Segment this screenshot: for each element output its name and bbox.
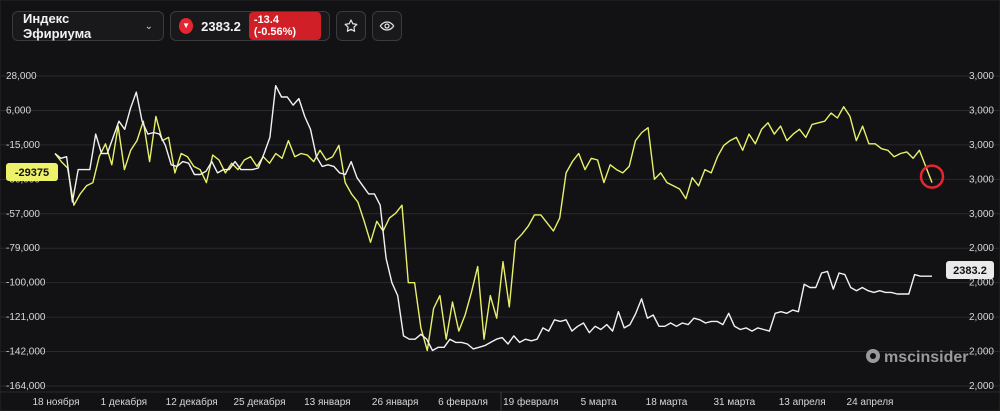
left-axis-tick: -79,000 <box>6 243 40 254</box>
right-axis-tick: 2,000 <box>969 347 994 358</box>
x-axis-ticks: 18 ноября 1 декабря 12 декабря 25 декабря 13… <box>0 391 1000 411</box>
x-axis-tick: 25 декабря <box>233 396 285 408</box>
x-axis-tick: 13 января <box>304 397 350 408</box>
right-axis-tick: 3,000 <box>969 71 994 82</box>
left-axis-ticks: 28,0006,000-15,000-36,000-57,000-79,000-… <box>6 71 46 392</box>
watermark-text: mscinsider <box>884 349 968 366</box>
x-axis-tick: 26 января <box>372 397 418 408</box>
right-axis-tick: 2,000 <box>969 312 994 323</box>
right-axis-tick: 3,000 <box>969 174 994 185</box>
left-axis-tick: -164,000 <box>6 381 46 392</box>
left-axis-tick: 6,000 <box>6 105 31 116</box>
left-value-tag: -29375 <box>15 167 49 179</box>
x-axis-tick: 18 ноября <box>33 396 80 408</box>
line-chart: 28,0006,000-15,000-36,000-57,000-79,000-… <box>0 71 1000 411</box>
right-axis-tick: 3,000 <box>969 105 994 116</box>
x-axis-tick: 24 апреля <box>847 397 894 408</box>
right-axis-tick: 2,000 <box>969 278 994 289</box>
left-axis-tick: -142,000 <box>6 347 46 358</box>
right-axis-tick: 2,000 <box>969 243 994 254</box>
left-axis-tick: -100,000 <box>6 278 46 289</box>
right-axis-ticks: 3,000 3,000 3,000 3,000 3,000 2,000 2,000 2,000… <box>969 71 994 392</box>
x-axis-tick: 19 февраля <box>503 396 558 408</box>
right-axis-tick: 3,000 <box>969 140 994 151</box>
x-axis-tick: 6 февраля <box>438 396 488 408</box>
series-line-white <box>54 85 932 352</box>
series-lines <box>54 85 933 352</box>
value-tags: -29375 2383.2 <box>6 163 994 279</box>
x-axis-tick: 18 марта <box>646 397 688 408</box>
x-axis-tick: 31 марта <box>713 397 755 408</box>
x-axis-tick: 12 декабря <box>166 396 218 408</box>
right-value-tag: 2383.2 <box>953 265 987 277</box>
x-axis-tick: 13 апреля <box>779 397 826 408</box>
x-axis-tick: 1 декабря <box>101 396 147 408</box>
series-line-yellow <box>54 106 933 352</box>
x-axis-tick: 5 марта <box>581 397 618 408</box>
grid-lines <box>0 75 1000 387</box>
left-axis-tick: -15,000 <box>6 140 40 151</box>
left-axis-tick: -121,000 <box>6 312 46 323</box>
left-axis-tick: 28,000 <box>6 71 37 82</box>
last-point-marker <box>919 164 945 189</box>
right-axis-tick: 2,000 <box>969 381 994 392</box>
right-axis-tick: 3,000 <box>969 209 994 220</box>
left-axis-tick: -57,000 <box>6 209 40 220</box>
